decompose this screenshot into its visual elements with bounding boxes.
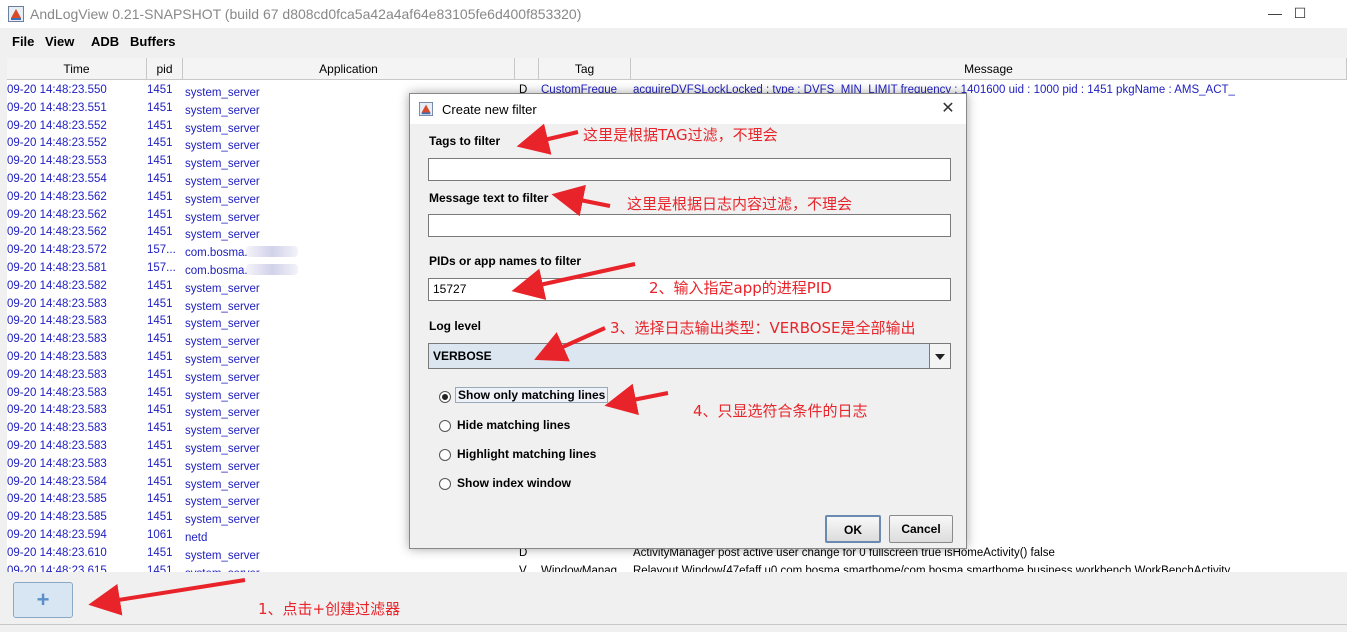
arrow-radio xyxy=(604,383,669,416)
annotation-tags: 这里是根据TAG过滤，不理会 xyxy=(583,126,778,144)
annotation-pid: 2、输入指定app的进程PID xyxy=(649,279,832,297)
annotation-message: 这里是根据日志内容过滤，不理会 xyxy=(627,195,853,213)
annotation-arrows xyxy=(88,123,669,616)
arrow-tags xyxy=(516,123,579,155)
annotation-loglevel: 3、选择日志输出类型：VERBOSE是全部输出 xyxy=(610,319,916,337)
arrow-loglevel xyxy=(534,326,606,362)
arrow-pid xyxy=(511,262,636,300)
arrow-message xyxy=(551,184,611,217)
annotation-add-filter: 1、点击+创建过滤器 xyxy=(258,600,401,618)
annotation-radio: 4、只显选符合条件的日志 xyxy=(693,402,868,420)
arrow-add xyxy=(88,578,246,616)
